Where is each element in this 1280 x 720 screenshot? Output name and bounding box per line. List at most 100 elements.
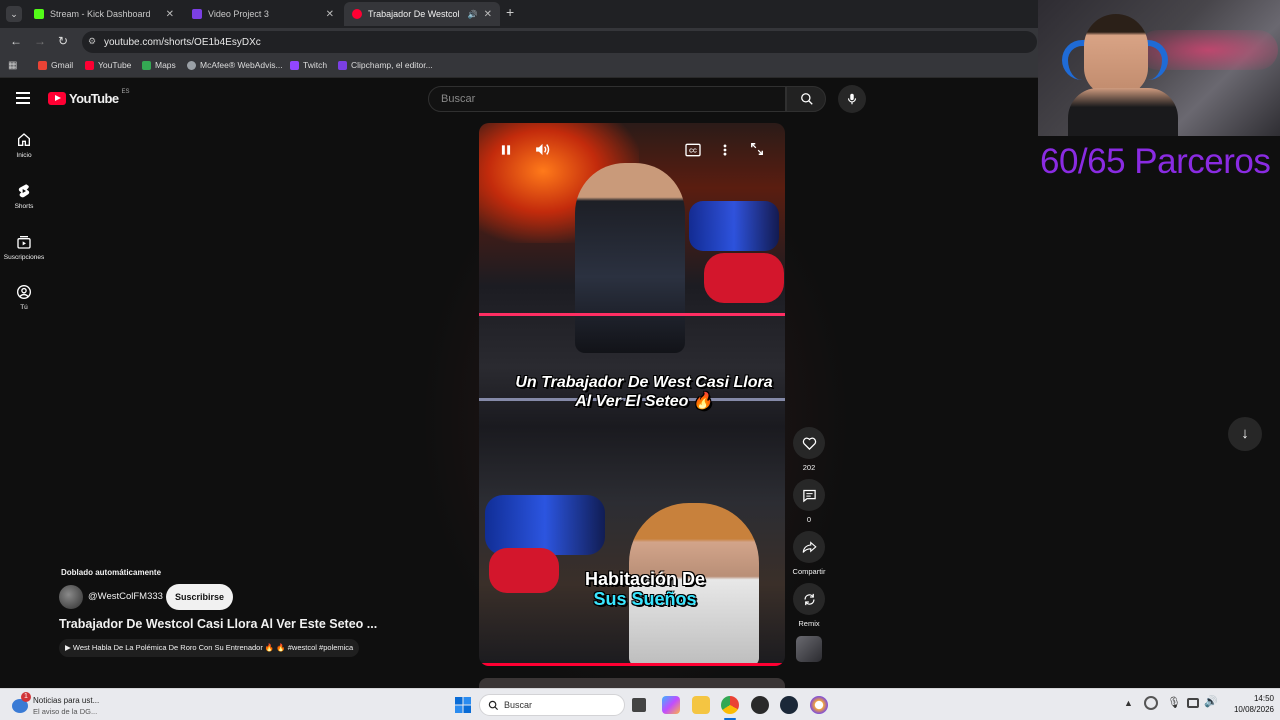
caption-line: Sus Sueños: [593, 589, 697, 609]
subscribe-button[interactable]: Suscribirse: [166, 584, 233, 610]
remix-button[interactable]: Remix: [792, 583, 826, 628]
video-caption-top: Un Trabajador De West Casi Llora Al Ver …: [499, 373, 785, 411]
sidebar-item-subscriptions[interactable]: Suscripciones: [0, 234, 48, 261]
mcafee-icon: [187, 60, 196, 70]
sidebar-item-label: Shorts: [14, 203, 34, 210]
fullscreen-button[interactable]: [750, 142, 764, 161]
red-cushion: [704, 253, 784, 303]
next-video-button[interactable]: ↓: [1228, 417, 1262, 451]
start-button[interactable]: [455, 697, 471, 713]
comments-button[interactable]: 0: [792, 479, 826, 524]
clock-date: 10/08/2026: [1233, 705, 1274, 714]
forward-icon[interactable]: →: [34, 34, 46, 48]
taskbar-search[interactable]: Buscar: [479, 694, 625, 716]
obs-icon[interactable]: [751, 696, 769, 714]
search-button[interactable]: [786, 86, 826, 112]
caption-line: Habitación De: [584, 569, 706, 589]
streamer-torso: [1068, 88, 1178, 136]
reload-icon[interactable]: ↻: [58, 34, 68, 48]
network-icon[interactable]: [1144, 696, 1158, 710]
pause-button[interactable]: [499, 143, 513, 162]
search-icon: [488, 700, 499, 711]
sidebar-item-label: Suscripciones: [3, 254, 45, 261]
comment-icon: [802, 489, 816, 502]
audio-thumbnail[interactable]: [796, 636, 822, 662]
copilot-icon[interactable]: [662, 696, 680, 714]
bookmark-gmail[interactable]: Gmail: [38, 60, 73, 70]
close-icon[interactable]: ✕: [326, 9, 334, 20]
file-explorer-icon[interactable]: [692, 696, 710, 714]
blue-motorbike: [689, 201, 779, 251]
like-button[interactable]: 202: [792, 427, 826, 472]
tab-kick-dashboard[interactable]: Stream - Kick Dashboard ✕: [26, 2, 182, 26]
steam-icon[interactable]: [780, 696, 798, 714]
speaker-icon[interactable]: 🔊: [468, 10, 478, 19]
svg-text:CC: CC: [689, 149, 697, 155]
share-label: Compartir: [792, 567, 826, 576]
logo-text: YouTube: [69, 91, 119, 106]
channel-name[interactable]: @WestColFM333: [88, 591, 163, 602]
remix-icon: [804, 593, 814, 605]
video-player[interactable]: CC Un Trabajador De West Casi Llora Al V…: [479, 123, 785, 666]
mic-icon: [847, 93, 857, 105]
close-icon[interactable]: ✕: [166, 9, 174, 20]
captions-button[interactable]: CC: [685, 143, 701, 162]
apps-icon[interactable]: ▦: [8, 60, 17, 71]
gmail-icon: [38, 60, 47, 70]
share-button[interactable]: Compartir: [788, 531, 830, 576]
bookmark-twitch[interactable]: Twitch: [290, 60, 327, 70]
more-options-button[interactable]: [722, 143, 728, 162]
sidebar-item-you[interactable]: Tú: [0, 284, 48, 311]
tab-label: Trabajador De Westcol Casi: [368, 9, 462, 19]
arrow-down-icon: ↓: [1241, 425, 1249, 442]
back-icon[interactable]: ←: [10, 34, 22, 48]
voice-search-button[interactable]: [838, 85, 866, 113]
video-caption-bottom: Habitación De Sus Sueños: [535, 569, 755, 609]
bookmark-youtube[interactable]: YouTube: [85, 60, 131, 70]
bookmark-clipchamp[interactable]: Clipchamp, el editor...: [338, 60, 433, 70]
bookmark-mcafee[interactable]: McAfee® WebAdvis...: [187, 60, 283, 70]
task-view-icon[interactable]: [632, 698, 646, 712]
shorts-icon: [18, 184, 30, 198]
search-input[interactable]: Buscar: [428, 86, 786, 112]
volume-button[interactable]: [534, 141, 551, 163]
bookmark-label: McAfee® WebAdvis...: [200, 60, 283, 70]
subscriptions-icon: [17, 236, 31, 249]
bookmark-label: Gmail: [51, 60, 74, 70]
progress-fill: [479, 663, 785, 666]
news-widget[interactable]: 1 Noticias para ust... El aviso de la DG…: [10, 692, 120, 718]
maps-icon: [142, 60, 151, 70]
display-icon[interactable]: [1187, 698, 1199, 708]
bookmark-maps[interactable]: Maps: [142, 60, 176, 70]
volume-icon[interactable]: 🔊: [1204, 695, 1218, 708]
tab-label: Stream - Kick Dashboard: [50, 9, 151, 19]
clipchamp-icon: [192, 9, 202, 19]
channel-avatar[interactable]: [59, 585, 83, 609]
related-video-chip[interactable]: ▶ West Habla De La Polémica De Roro Con …: [59, 639, 360, 657]
tab-video-project[interactable]: Video Project 3 ✕: [184, 2, 342, 26]
video-title[interactable]: Trabajador De Westcol Casi Llora Al Ver …: [59, 617, 377, 631]
windows-taskbar: 1 Noticias para ust... El aviso de la DG…: [0, 688, 1280, 720]
menu-icon[interactable]: [16, 92, 30, 104]
chrome-icon[interactable]: [721, 696, 739, 714]
mic-icon[interactable]: 🎙: [1167, 696, 1181, 709]
news-subtitle: El aviso de la DG...: [33, 707, 98, 716]
progress-bar[interactable]: [479, 663, 785, 666]
site-info-icon[interactable]: ⚙: [88, 36, 96, 47]
address-bar[interactable]: ⚙ youtube.com/shorts/OE1b4EsyDXc: [82, 31, 1037, 53]
tab-youtube-short[interactable]: Trabajador De Westcol Casi 🔊 ✕: [344, 2, 500, 26]
close-icon[interactable]: ✕: [484, 9, 492, 20]
tab-list-button[interactable]: ⌄: [6, 6, 22, 22]
clock-time: 14:50: [1253, 694, 1274, 703]
new-tab-button[interactable]: +: [506, 4, 514, 20]
kick-icon: [34, 9, 44, 19]
sidebar-item-shorts[interactable]: Shorts: [0, 183, 48, 210]
youtube-logo[interactable]: YouTube ES: [48, 89, 130, 106]
play-icon: ▶: [65, 643, 71, 652]
chevron-up-icon[interactable]: ▲: [1124, 698, 1133, 708]
app-icon[interactable]: [810, 696, 828, 714]
sidebar-item-inicio[interactable]: Inicio: [0, 132, 48, 159]
clipchamp-icon: [338, 60, 347, 70]
tab-label: Video Project 3: [208, 9, 269, 19]
clock[interactable]: 14:50 10/08/2026: [1222, 693, 1274, 715]
